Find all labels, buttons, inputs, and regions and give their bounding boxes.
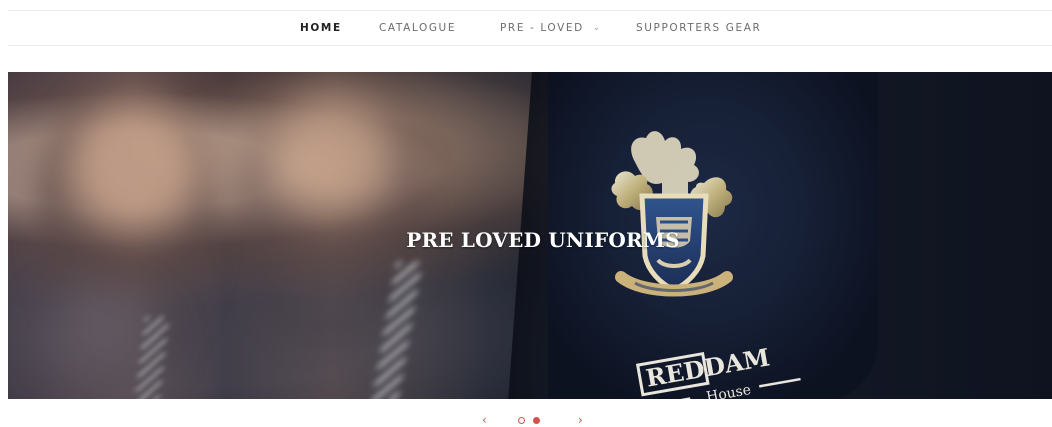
hero-title: PRE LOVED UNIFORMS <box>406 228 680 252</box>
nav-item-supporters-gear[interactable]: SUPPORTERS GEAR <box>636 11 761 45</box>
logo-text: REDDAM <box>644 342 772 392</box>
chevron-down-icon: ⌄ <box>592 23 602 33</box>
nav-item-label: SUPPORTERS GEAR <box>636 22 762 34</box>
top-navigation: HOME CATALOGUE PRE - LOVED ⌄ SUPPORTERS … <box>8 10 1052 46</box>
carousel-dot-active[interactable] <box>533 417 540 424</box>
nav-item-label: CATALOGUE <box>379 22 457 34</box>
navigation-menu: HOME CATALOGUE PRE - LOVED ⌄ SUPPORTERS … <box>8 11 1052 45</box>
logo-subtext: House <box>705 382 752 399</box>
nav-item-home[interactable]: HOME <box>300 11 342 45</box>
nav-item-pre-loved[interactable]: PRE - LOVED ⌄ <box>500 11 602 45</box>
carousel-dot[interactable] <box>518 417 525 424</box>
hero-banner: REDDAM House PRE LOVED UNIFORMS <box>8 72 1052 399</box>
school-crest-icon <box>611 131 733 297</box>
chevron-right-icon[interactable]: › <box>578 414 583 426</box>
nav-item-catalogue[interactable]: CATALOGUE <box>379 11 456 45</box>
nav-item-label: PRE - LOVED <box>500 22 584 34</box>
carousel-controls: ‹ › <box>478 414 590 426</box>
chevron-left-icon[interactable]: ‹ <box>482 414 487 426</box>
nav-item-label: HOME <box>300 22 342 34</box>
